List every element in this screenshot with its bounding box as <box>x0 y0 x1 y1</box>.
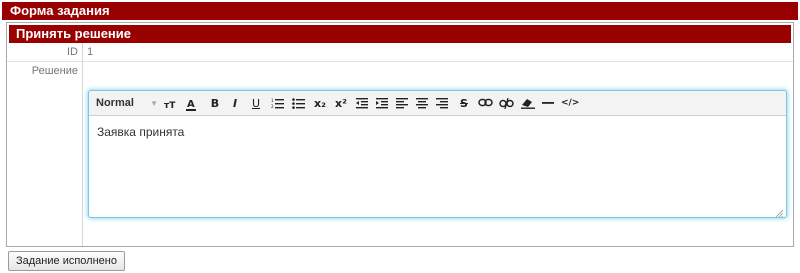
svg-text:2: 2 <box>271 104 274 109</box>
superscript-icon[interactable]: x² <box>334 95 348 112</box>
panel-header: Принять решение <box>9 25 791 43</box>
italic-icon[interactable]: I <box>229 95 241 112</box>
unordered-list-icon[interactable] <box>291 95 305 112</box>
complete-task-button[interactable]: Задание исполнено <box>8 251 125 271</box>
indent-icon[interactable] <box>375 95 389 112</box>
panel-title: Принять решение <box>16 26 131 41</box>
decision-panel: Принять решение ID 1 Решение Normal ▼ тT… <box>6 22 794 247</box>
link-icon[interactable] <box>477 95 493 112</box>
form-header: Форма задания <box>2 2 798 20</box>
editor-toolbar: Normal ▼ тT A B I U 12 x₂ x² S </> <box>89 91 786 116</box>
id-label: ID <box>67 46 78 58</box>
subscript-icon[interactable]: x₂ <box>313 95 327 112</box>
editor-content[interactable]: Заявка принята <box>97 125 184 139</box>
eraser-icon[interactable] <box>520 95 536 112</box>
strikethrough-icon[interactable]: S <box>458 95 470 112</box>
align-center-icon[interactable] <box>415 95 429 112</box>
underline-icon[interactable]: U <box>250 95 262 112</box>
unlink-icon[interactable] <box>498 95 514 112</box>
align-right-icon[interactable] <box>435 95 449 112</box>
text-size-icon[interactable]: тT <box>164 95 180 112</box>
outdent-icon[interactable] <box>355 95 369 112</box>
row-divider <box>7 61 793 62</box>
format-select-value: Normal <box>96 97 134 109</box>
bold-icon[interactable]: B <box>209 95 221 112</box>
id-value: 1 <box>87 46 94 58</box>
ordered-list-icon[interactable]: 12 <box>270 95 284 112</box>
chevron-down-icon: ▼ <box>150 99 158 108</box>
decision-label: Решение <box>31 65 78 77</box>
align-left-icon[interactable] <box>395 95 409 112</box>
svg-text:тT: тT <box>164 101 176 109</box>
format-select[interactable]: Normal ▼ <box>96 95 158 112</box>
svg-text:1: 1 <box>271 98 274 103</box>
font-color-icon[interactable]: A <box>185 95 201 112</box>
svg-text:A: A <box>187 99 195 110</box>
code-icon[interactable]: </> <box>561 95 579 112</box>
form-title: Форма задания <box>10 3 110 18</box>
horizontal-rule-icon[interactable] <box>541 95 555 112</box>
resize-handle-icon[interactable] <box>775 206 784 218</box>
rich-text-editor[interactable]: Normal ▼ тT A B I U 12 x₂ x² S </> Заявк… <box>88 90 787 218</box>
